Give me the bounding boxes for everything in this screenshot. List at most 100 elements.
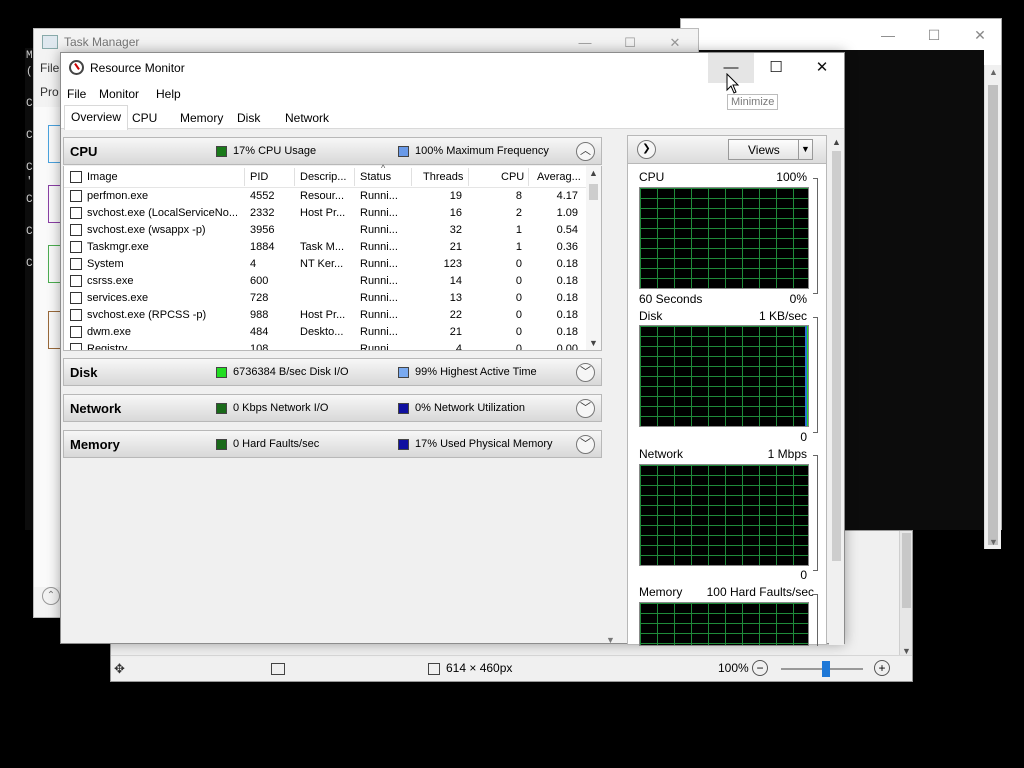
expand-chevron-down-icon[interactable]: ﹀ — [576, 363, 595, 382]
task-manager-minimize-button[interactable]: — — [574, 33, 596, 53]
tab-disk[interactable]: Disk — [230, 108, 267, 129]
expand-chevron-down-icon[interactable]: ﹀ — [576, 435, 595, 454]
table-row[interactable]: Taskmgr.exe 1884 Task M... Runni... 21 1 0.36 — [64, 239, 588, 256]
scroll-up-icon[interactable]: ▲ — [829, 137, 844, 147]
table-row[interactable]: csrss.exe 600 Runni... 14 0 0.18 — [64, 273, 588, 290]
process-average-cpu: 4.17 — [556, 190, 578, 202]
table-row[interactable]: System 4 NT Ker... Runni... 123 0 0.18 — [64, 256, 588, 273]
column-average[interactable]: Averag... — [537, 171, 581, 183]
max-frequency-stat: 100% Maximum Frequency — [415, 145, 549, 157]
cpu-pane-header[interactable]: CPU 17% CPU Usage 100% Maximum Frequency… — [63, 137, 602, 165]
console-maximize-button[interactable]: ☐ — [924, 25, 944, 45]
row-checkbox[interactable] — [70, 224, 82, 236]
cpu-table-scroll-thumb[interactable] — [589, 184, 598, 200]
row-checkbox[interactable] — [70, 326, 82, 338]
menu-help[interactable]: Help — [156, 87, 181, 101]
graph-panel-scrollbar[interactable]: ▲ — [829, 135, 844, 645]
network-io-stat: 0 Kbps Network I/O — [233, 402, 329, 414]
console-minimize-button[interactable]: — — [878, 25, 898, 45]
column-threads[interactable]: Threads — [423, 171, 463, 183]
task-manager-tab-processes[interactable]: Pro — [40, 85, 59, 99]
process-description: Host Pr... — [300, 309, 346, 321]
selection-icon[interactable] — [271, 663, 285, 675]
table-row[interactable]: svchost.exe (LocalServiceNo... 2332 Host P… — [64, 205, 588, 222]
table-row[interactable]: perfmon.exe 4552 Resour... Runni... 19 8 4.17 — [64, 188, 588, 205]
menu-monitor[interactable]: Monitor — [99, 87, 139, 101]
column-description[interactable]: Descrip... — [300, 171, 346, 183]
table-row[interactable]: dwm.exe 484 Deskto... Runni... 21 0 0.18 — [64, 324, 588, 341]
views-dropdown[interactable]: Views ▼ — [728, 139, 813, 160]
table-row[interactable]: svchost.exe (wsappx -p) 3956 Runni... 32 1 0.… — [64, 222, 588, 239]
tab-memory[interactable]: Memory — [173, 108, 230, 129]
task-manager-maximize-button[interactable]: ☐ — [619, 33, 641, 53]
close-button[interactable]: ✕ — [799, 53, 845, 83]
zoom-in-button[interactable]: + — [874, 660, 890, 676]
column-cpu[interactable]: CPU — [501, 171, 524, 183]
column-divider[interactable] — [411, 168, 412, 186]
task-manager-menu-file[interactable]: File — [40, 61, 59, 75]
row-checkbox[interactable] — [70, 190, 82, 202]
row-checkbox[interactable] — [70, 292, 82, 304]
scroll-down-icon[interactable]: ▼ — [586, 338, 601, 348]
disk-pane-header[interactable]: Disk 6736384 B/sec Disk I/O 99% Highest … — [63, 358, 602, 386]
expand-chevron-down-icon[interactable]: ﹀ — [576, 399, 595, 418]
row-checkbox[interactable] — [70, 207, 82, 219]
table-row[interactable]: svchost.exe (RPCSS -p) 988 Host Pr... Runni… — [64, 307, 588, 324]
dropdown-arrow-icon[interactable]: ▼ — [798, 140, 812, 159]
toggle-panel-chevron-right-icon[interactable]: ❯ — [637, 140, 656, 159]
row-checkbox[interactable] — [70, 258, 82, 270]
column-pid[interactable]: PID — [250, 171, 268, 183]
table-header: Image PID Descrip... ^ Status Threads CP… — [64, 163, 588, 188]
table-row[interactable]: Registry 108 Runni... 4 0 0.00 — [64, 341, 588, 350]
zoom-slider-thumb[interactable] — [822, 661, 831, 677]
cpu-table-scrollbar[interactable]: ▲ ▼ — [586, 166, 601, 350]
process-cpu: 1 — [515, 224, 522, 236]
memory-pane-header[interactable]: Memory 0 Hard Faults/sec 17% Used Physic… — [63, 430, 602, 458]
process-image: dwm.exe — [87, 326, 132, 338]
console-scroll-thumb[interactable] — [988, 85, 998, 545]
process-status: Runni... — [360, 190, 398, 202]
column-status[interactable]: Status — [360, 171, 391, 183]
tab-overview[interactable]: Overview — [64, 105, 129, 130]
column-divider[interactable] — [468, 168, 469, 186]
row-checkbox[interactable] — [70, 343, 82, 350]
column-divider[interactable] — [528, 168, 529, 186]
viewer-scroll-thumb[interactable] — [902, 533, 911, 608]
cmd-text: ( — [26, 66, 33, 78]
viewer-scrollbar[interactable]: ▼ — [899, 531, 912, 658]
row-checkbox[interactable] — [70, 241, 82, 253]
menu-file[interactable]: File — [67, 87, 86, 101]
left-pane-scroll-down-icon[interactable]: ▼ — [606, 635, 615, 645]
column-divider[interactable] — [354, 168, 355, 186]
scroll-up-icon[interactable]: ▲ — [985, 65, 1002, 79]
tab-network[interactable]: Network — [278, 108, 336, 129]
network-io-legend-swatch — [216, 403, 227, 414]
console-titlebar[interactable]: — ☐ ✕ — [681, 19, 1001, 50]
fewer-details-icon[interactable]: ⌃ — [42, 587, 60, 605]
network-pane-header[interactable]: Network 0 Kbps Network I/O 0% Network Ut… — [63, 394, 602, 422]
process-average-cpu: 0.18 — [556, 326, 578, 338]
row-checkbox[interactable] — [70, 275, 82, 287]
console-scrollbar[interactable]: ▲ ▼ — [984, 65, 1001, 549]
tab-cpu[interactable]: CPU — [125, 108, 164, 129]
console-close-button[interactable]: ✕ — [970, 25, 990, 45]
resource-monitor-window[interactable]: Resource Monitor — ☐ ✕ File Monitor Help… — [60, 52, 845, 646]
process-description: Deskto... — [300, 326, 344, 338]
select-all-checkbox[interactable] — [70, 171, 82, 183]
graph-panel-scroll-thumb[interactable] — [832, 151, 841, 561]
column-divider[interactable] — [244, 168, 245, 186]
collapse-chevron-up-icon[interactable]: ︿ — [576, 142, 595, 161]
task-manager-close-button[interactable]: ✕ — [664, 33, 686, 53]
scroll-up-icon[interactable]: ▲ — [586, 168, 601, 178]
move-icon[interactable]: ✥ — [114, 661, 125, 677]
row-checkbox[interactable] — [70, 309, 82, 321]
column-divider[interactable] — [294, 168, 295, 186]
maximize-button[interactable]: ☐ — [753, 53, 799, 83]
zoom-out-button[interactable]: − — [752, 660, 768, 676]
scroll-down-icon[interactable]: ▼ — [985, 535, 1002, 549]
table-row[interactable]: services.exe 728 Runni... 13 0 0.18 — [64, 290, 588, 307]
process-pid: 3956 — [250, 224, 275, 236]
cpu-pane-title: CPU — [70, 144, 98, 159]
process-image: svchost.exe (wsappx -p) — [87, 224, 206, 236]
column-image[interactable]: Image — [87, 171, 118, 183]
